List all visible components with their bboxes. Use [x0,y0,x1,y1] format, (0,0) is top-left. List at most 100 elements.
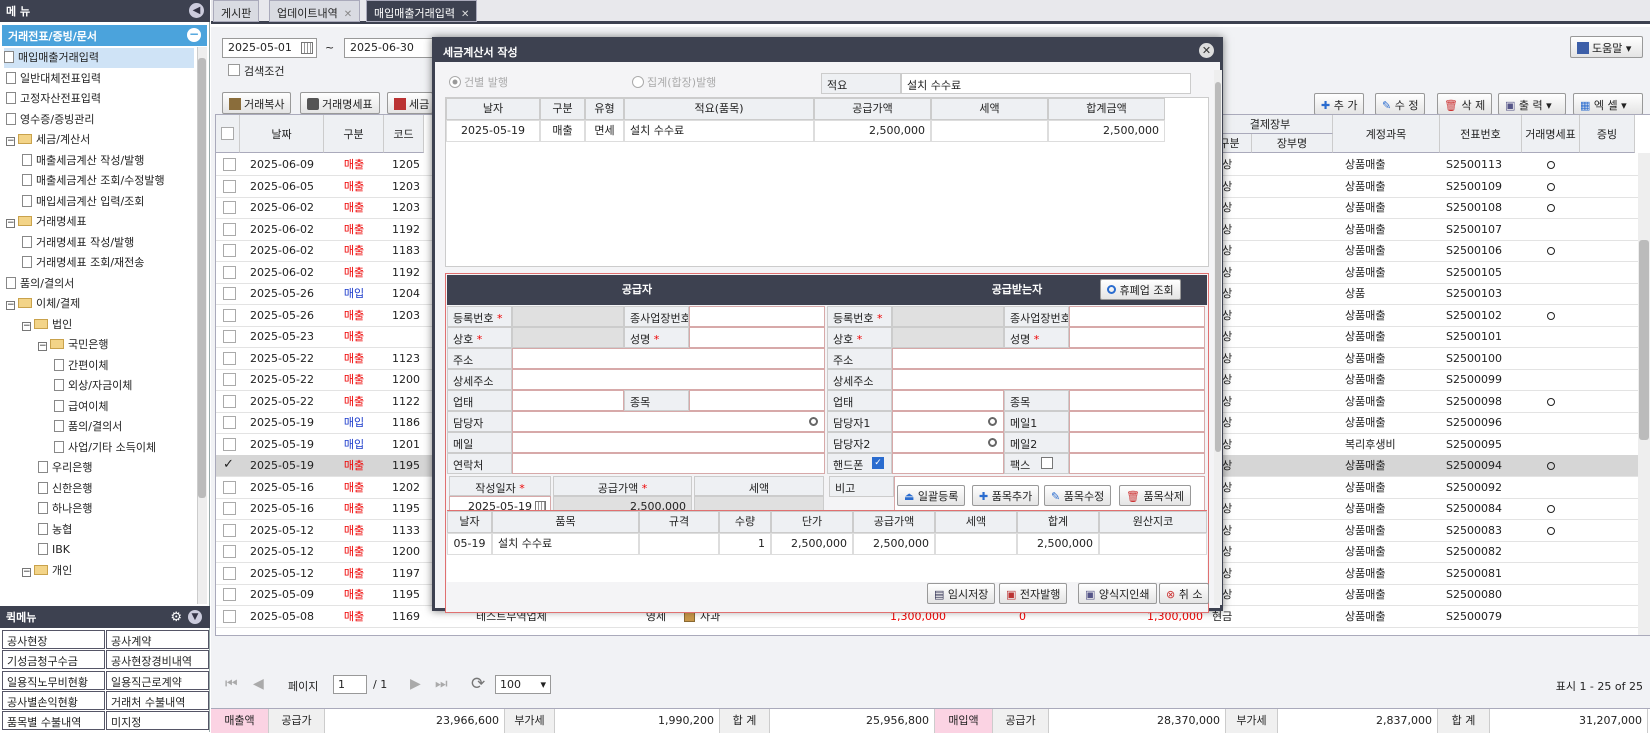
item-cell[interactable]: 05-19 [447,533,492,555]
quickmenu-item[interactable]: 공사현장 [2,630,105,649]
radio-single-issue[interactable]: 건별 발행 [449,74,508,90]
header-statement[interactable]: 거래명세표 [1522,115,1580,153]
receiver-item-input[interactable] [1069,390,1205,411]
collapse-icon[interactable]: ◀ [189,3,204,18]
menu-section-header[interactable]: 거래전표/증빙/문서 − [2,25,207,46]
gear-icon[interactable]: ⚙ [170,610,182,625]
row-checkbox[interactable] [223,523,236,537]
radio-aggregate-issue[interactable]: 집계(합장)발행 [632,74,716,90]
header-code[interactable]: 코드 [384,115,424,153]
menu-item[interactable]: IBK [38,540,70,560]
supplier-biz-input[interactable] [512,390,624,411]
receiver-person1-input[interactable] [892,411,1004,432]
e-issue-button[interactable]: ▣ 전자발행 [999,583,1068,604]
menu-item[interactable]: 우리은행 [38,458,92,478]
menu-item[interactable]: 일반대체전표입력 [6,69,101,89]
refresh-icon[interactable]: ⟳ [471,674,485,694]
close-icon[interactable]: ✕ [461,9,469,20]
calendar-icon[interactable] [301,42,313,54]
row-checkbox[interactable] [223,373,236,386]
close-icon[interactable]: ✕ [1199,43,1214,58]
menu-item[interactable]: − 국민은행 [38,335,108,355]
supplier-person-input[interactable] [512,411,825,432]
tab-board[interactable]: 게시판 [213,0,260,22]
quickmenu-item[interactable]: 공사계약 [106,630,209,649]
row-checkbox[interactable] [223,588,236,601]
copy-transaction-button[interactable]: 거래복사 [222,92,292,114]
collapse-toggle-icon[interactable]: − [6,219,15,228]
chevron-down-icon[interactable]: ▼ [188,610,202,624]
header-date[interactable]: 날짜 [240,115,324,153]
menu-item[interactable]: 급여이체 [54,397,108,417]
sidebar-scrollbar-thumb[interactable] [198,58,206,498]
bulk-register-button[interactable]: ⏏ 일괄등록 [897,485,966,506]
row-checkbox[interactable] [223,265,236,279]
quickmenu-item[interactable]: 일용직노무비현황 [2,670,105,690]
header-evidence[interactable]: 증빙 [1580,115,1635,153]
invoice-line-cell[interactable]: 2,500,000 [1048,120,1165,142]
invoice-line-cell[interactable] [931,120,1048,142]
row-checkbox[interactable] [223,244,236,257]
menu-item[interactable]: 매입세금계산 입력/조회 [22,192,144,212]
item-cell[interactable] [935,533,1017,555]
collapse-toggle-icon[interactable]: − [22,567,31,577]
help-button[interactable]: 도움말 ▾ [1570,36,1643,58]
row-checkbox[interactable] [223,179,236,193]
collapse-toggle-icon[interactable]: − [22,321,31,331]
menu-item[interactable]: 매출세금계산 작성/발행 [22,151,144,171]
invoice-line-cell[interactable]: 2025-05-19 [446,120,540,142]
menu-item[interactable]: 거래명세표 조회/재전송 [22,253,144,273]
header-settle-name[interactable]: 장부명 [1252,134,1333,153]
supplier-contact-input[interactable] [512,453,825,474]
quickmenu-item[interactable]: 기성금청구수금 [2,650,105,670]
supplier-addr2-input[interactable] [512,369,825,390]
supplier-reg-input[interactable] [512,306,624,327]
quickmenu-item[interactable]: 공사별손익현황 [2,690,105,710]
receiver-reg-input[interactable] [892,306,1004,327]
quickmenu-item[interactable]: 품목별 수불내역 [2,711,105,731]
cancel-button[interactable]: ⊗ 취 소 [1159,583,1210,604]
row-checkbox[interactable] [223,330,236,343]
receiver-email2-input[interactable] [1069,432,1205,453]
menu-item[interactable]: 매입매출거래입력 [4,48,194,68]
supplier-company-input[interactable] [512,327,624,348]
collapse-toggle-icon[interactable]: − [6,137,15,146]
menu-item[interactable]: 품의/결의서 [54,417,122,437]
menu-item[interactable]: 하나은행 [38,499,92,519]
header-type[interactable]: 구분 [324,115,384,153]
row-checkbox[interactable] [223,351,236,365]
menu-item[interactable]: 거래명세표 작성/발행 [22,233,134,253]
row-checkbox[interactable] [223,308,236,322]
quickmenu-item[interactable]: 미지정 [106,711,209,731]
temp-save-button[interactable]: ▤ 임시저장 [927,583,996,604]
prev-page-icon[interactable]: ◀ [253,676,264,692]
menu-item[interactable]: 영수증/증빙관리 [6,110,95,130]
phone-checkbox[interactable]: ✓ [872,457,884,469]
receiver-addr2-input[interactable] [892,369,1205,390]
search-icon[interactable] [809,417,818,426]
row-checkbox[interactable] [223,201,236,214]
grid-scrollbar-thumb[interactable] [1639,240,1649,440]
collapse-toggle-icon[interactable]: − [38,342,47,351]
row-checkbox[interactable] [223,480,236,494]
minus-circle-icon[interactable]: − [187,28,201,42]
fax-checkbox[interactable] [1041,457,1053,469]
supplier-name-input[interactable] [689,327,825,348]
last-page-icon[interactable]: ⏭ [435,676,448,692]
tax-invoice-button[interactable]: 세금 [387,92,433,114]
menu-item[interactable]: − 개인 [22,561,72,581]
menu-item[interactable]: − 법인 [22,315,72,335]
row-checkbox[interactable] [223,545,236,558]
tab-updates[interactable]: 업데이트내역 ✕ [269,0,361,22]
search-condition-checkbox[interactable] [228,64,240,76]
receiver-person2-input[interactable] [892,432,1004,453]
receiver-company-input[interactable] [892,327,1004,348]
row-checkbox[interactable] [223,437,236,451]
receiver-phone-input[interactable] [892,453,1004,474]
collapse-toggle-icon[interactable]: − [6,301,15,310]
quickmenu-item[interactable]: 공사현장경비내역 [106,650,209,670]
header-account[interactable]: 계정과목 [1333,115,1440,153]
statement-button[interactable]: 거래명세표 [300,92,380,114]
add-item-button[interactable]: ✚ 품목추가 [972,485,1040,506]
menu-item[interactable]: 농협 [38,520,72,540]
